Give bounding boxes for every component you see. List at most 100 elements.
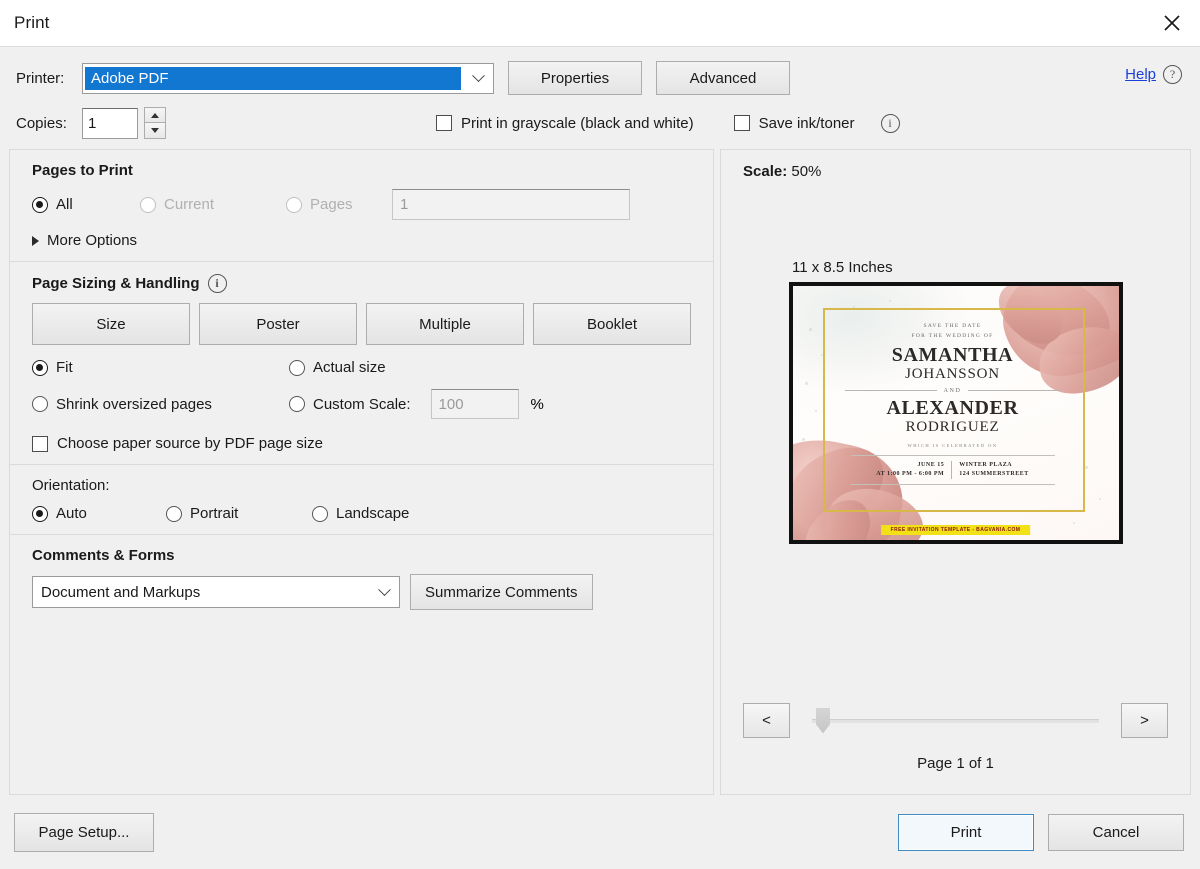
save-ink-checkbox[interactable]: Save ink/toner	[733, 115, 855, 132]
paper-source-checkbox-box[interactable]	[32, 435, 48, 452]
dialog-footer: Page Setup... Print Cancel	[0, 795, 1200, 869]
multiple-button[interactable]: Multiple	[366, 303, 524, 345]
event-time: AT 1:00 PM - 6:00 PM	[876, 471, 945, 478]
pages-range-input[interactable]	[392, 189, 630, 220]
radio-pages-label: Pages	[310, 196, 353, 213]
next-page-button[interactable]: >	[1121, 703, 1168, 738]
radio-fit-dot[interactable]	[32, 359, 48, 376]
printer-row: Printer: Adobe PDF Properties Advanced H…	[16, 61, 1184, 95]
radio-current-dot[interactable]	[140, 196, 156, 213]
spinner-up-icon[interactable]	[144, 107, 166, 123]
printer-header: Printer: Adobe PDF Properties Advanced H…	[0, 46, 1200, 149]
help-group: Help ?	[1125, 65, 1182, 84]
radio-portrait-dot[interactable]	[166, 505, 182, 522]
page-sizing-group: Page Sizing & Handling i Size Poster Mul…	[9, 262, 714, 465]
properties-button[interactable]: Properties	[508, 61, 642, 95]
spinner-down-icon[interactable]	[144, 123, 166, 139]
page-setup-button[interactable]: Page Setup...	[14, 812, 154, 852]
groom-last-name: RODRIGUEZ	[905, 418, 1000, 435]
radio-pages-dot[interactable]	[286, 196, 302, 213]
radio-shrink-label: Shrink oversized pages	[56, 395, 212, 413]
radio-landscape[interactable]: Landscape	[312, 505, 409, 522]
invitation-text: SAVE THE DATE FOR THE WEDDING OF SAMANTH…	[844, 322, 1061, 486]
scale-line: Scale: 50%	[743, 163, 821, 180]
radio-current-label: Current	[164, 196, 215, 213]
grayscale-checkbox[interactable]: Print in grayscale (black and white)	[436, 115, 694, 132]
page-preview[interactable]: SAVE THE DATE FOR THE WEDDING OF SAMANTH…	[788, 282, 1123, 544]
radio-all-dot[interactable]	[32, 196, 48, 213]
dialog-title: Print	[14, 13, 50, 32]
comments-forms-title: Comments & Forms	[32, 547, 175, 564]
help-link[interactable]: Help	[1125, 66, 1156, 83]
copies-spinner[interactable]	[144, 107, 166, 139]
info-circle-icon[interactable]: i	[207, 274, 227, 293]
invitation-artwork: SAVE THE DATE FOR THE WEDDING OF SAMANTH…	[792, 286, 1119, 540]
previous-page-button[interactable]: <	[743, 703, 790, 738]
radio-landscape-label: Landscape	[336, 505, 410, 522]
advanced-button[interactable]: Advanced	[656, 61, 790, 95]
booklet-button[interactable]: Booklet	[533, 303, 691, 345]
question-circle-icon[interactable]: ?	[1163, 65, 1182, 84]
paper-source-checkbox[interactable]: Choose paper source by PDF page size	[32, 435, 691, 452]
radio-all-label: All	[56, 196, 73, 213]
radio-landscape-dot[interactable]	[312, 505, 328, 522]
radio-fit[interactable]: Fit	[32, 359, 289, 376]
page-slider-track[interactable]	[812, 718, 1099, 723]
size-button[interactable]: Size	[32, 303, 190, 345]
and-text: AND	[943, 387, 962, 394]
radio-all[interactable]: All	[32, 196, 140, 213]
radio-portrait[interactable]: Portrait	[166, 505, 312, 522]
event-address: 124 SUMMERSTREET	[959, 471, 1029, 478]
sheet-size-label: 11 x 8.5 Inches	[792, 259, 893, 276]
page-sizing-title: Page Sizing & Handling i	[32, 274, 691, 293]
radio-custom-scale[interactable]: Custom Scale:	[289, 396, 411, 413]
shrink-row: Shrink oversized pages Custom Scale: %	[32, 389, 691, 419]
close-icon[interactable]	[1144, 0, 1200, 46]
radio-shrink-oversized[interactable]: Shrink oversized pages	[32, 396, 289, 413]
chevron-down-icon[interactable]	[369, 582, 399, 597]
radio-current[interactable]: Current	[140, 196, 286, 213]
comments-forms-select[interactable]: Document and Markups	[32, 576, 400, 608]
scale-label: Scale:	[743, 163, 788, 180]
dialog-body: Pages to Print All Current Pages 1 More …	[0, 149, 1200, 795]
radio-actual-size[interactable]: Actual size	[289, 359, 386, 376]
printer-select[interactable]: Adobe PDF	[82, 62, 494, 94]
print-button[interactable]: Print	[898, 813, 1034, 851]
chevron-down-icon[interactable]	[463, 63, 493, 93]
event-date: JUNE 15	[917, 461, 945, 468]
radio-pages[interactable]: Pages	[286, 196, 392, 213]
radio-fit-label: Fit	[56, 359, 73, 376]
radio-actual-size-dot[interactable]	[289, 359, 305, 376]
chevron-right-icon	[32, 235, 39, 246]
fit-row: Fit Actual size	[32, 359, 691, 376]
orientation-options: Auto Portrait Landscape	[32, 505, 691, 522]
copies-input[interactable]	[82, 107, 138, 139]
title-bar: Print	[0, 0, 1200, 46]
copies-row: Copies: Print in grayscale (black and wh…	[16, 107, 1184, 139]
sizing-buttons: Size Poster Multiple Booklet	[32, 303, 691, 345]
more-options-toggle[interactable]: More Options	[32, 232, 691, 249]
page-slider-thumb[interactable]	[816, 707, 830, 734]
preview-panel: Scale: 50% 11 x 8.5 Inches SAVE THE DATE…	[720, 149, 1191, 795]
page-count-label: Page 1 of 1	[917, 755, 994, 772]
copies-label: Copies:	[16, 114, 67, 132]
radio-auto-dot[interactable]	[32, 505, 48, 522]
page-slider[interactable]	[812, 707, 1099, 734]
bride-last-name: JOHANSSON	[905, 366, 1000, 383]
poster-button[interactable]: Poster	[199, 303, 357, 345]
grayscale-checkbox-box[interactable]	[436, 115, 452, 131]
info-circle-icon[interactable]: i	[880, 113, 900, 133]
settings-column: Pages to Print All Current Pages 1 More …	[0, 149, 714, 795]
custom-scale-input[interactable]	[430, 389, 519, 419]
copies-stepper[interactable]	[82, 107, 166, 139]
radio-auto[interactable]: Auto	[32, 505, 166, 522]
radio-actual-size-label: Actual size	[313, 359, 386, 376]
summarize-comments-button[interactable]: Summarize Comments	[410, 574, 593, 610]
percent-sign: %	[530, 395, 544, 413]
for-the-wedding-text: FOR THE WEDDING OF	[911, 332, 994, 339]
cancel-button[interactable]: Cancel	[1048, 813, 1184, 851]
save-ink-checkbox-box[interactable]	[733, 115, 750, 131]
comments-forms-row: Document and Markups Summarize Comments	[32, 574, 691, 610]
radio-custom-scale-dot[interactable]	[289, 396, 305, 412]
radio-shrink-dot[interactable]	[32, 396, 48, 412]
